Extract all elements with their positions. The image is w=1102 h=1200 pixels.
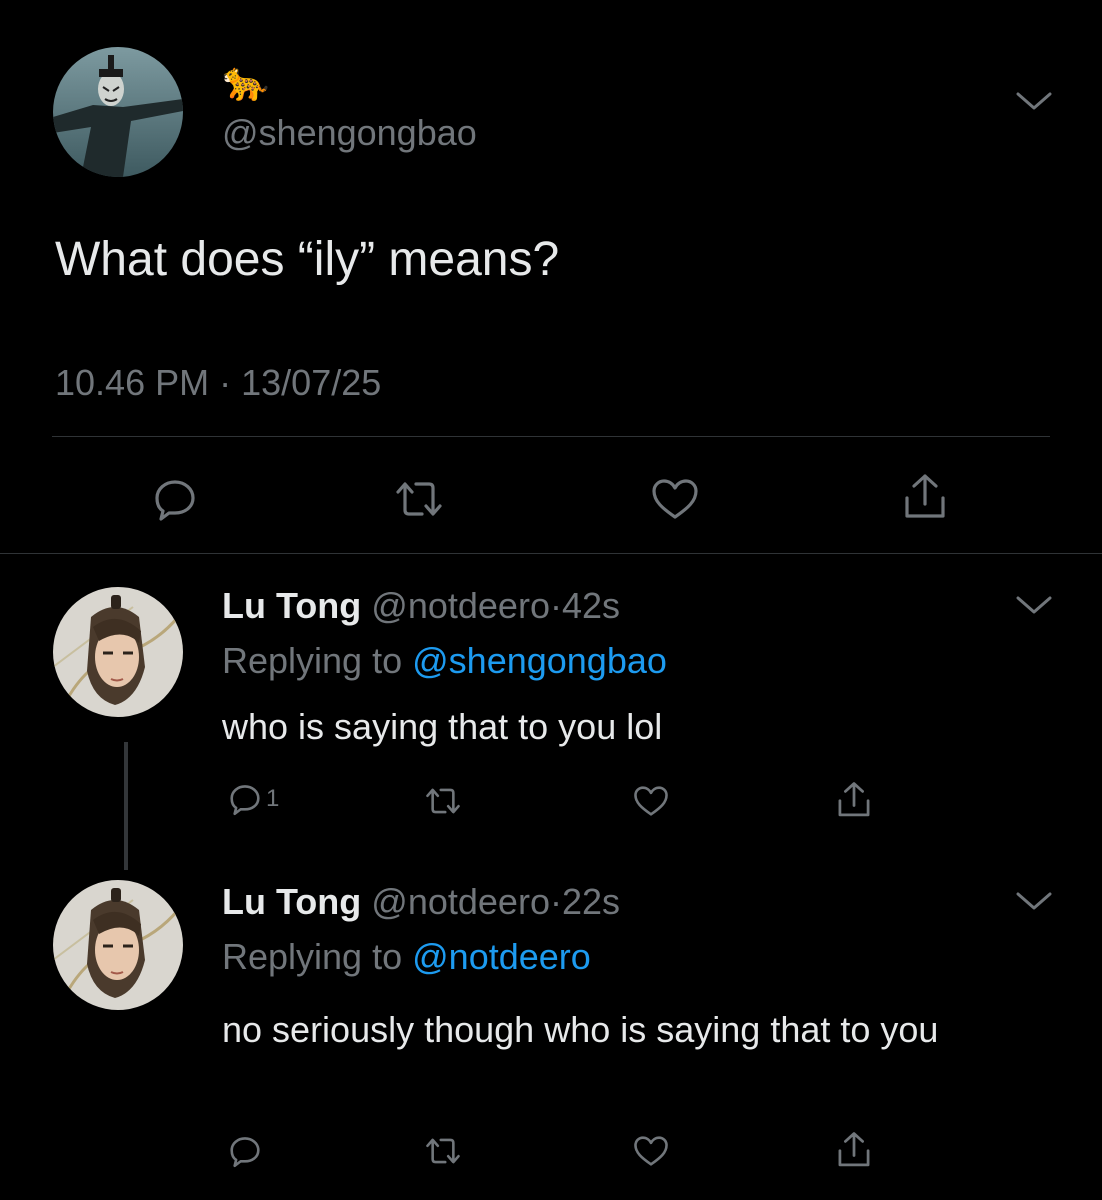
- avatar-lu-tong[interactable]: [53, 587, 183, 717]
- reply-icon: [230, 785, 260, 816]
- avatar-image: [53, 47, 183, 177]
- replying-to-handle[interactable]: @shengongbao: [412, 640, 667, 681]
- reply-icon: [230, 1137, 260, 1168]
- share-button[interactable]: [902, 472, 948, 522]
- share-icon: [838, 782, 870, 817]
- reply-button[interactable]: 1: [228, 782, 279, 816]
- reply-text: who is saying that to you lol: [222, 706, 663, 747]
- reply-time: 42s: [561, 585, 621, 626]
- share-button[interactable]: [836, 1130, 872, 1170]
- reply-header: Lu Tong @notdeero·22s: [222, 881, 620, 923]
- header-separator: ·: [549, 585, 562, 626]
- display-name-emoji: 🐆: [222, 61, 270, 103]
- share-icon: [905, 474, 945, 518]
- divider: [0, 553, 1102, 554]
- replying-to-line: Replying to @notdeero: [222, 936, 591, 978]
- retweet-icon: [426, 1138, 460, 1164]
- reply-button[interactable]: [228, 1134, 262, 1168]
- avatar-lu-tong[interactable]: [53, 880, 183, 1010]
- replying-to-line: Replying to @shengongbao: [222, 640, 667, 682]
- replying-to-handle[interactable]: @notdeero: [412, 936, 591, 977]
- tweet-date: 13/07/25: [241, 362, 382, 403]
- tweet-time: 10.46 PM: [55, 362, 210, 403]
- reply-button[interactable]: [152, 476, 198, 522]
- heart-icon: [634, 1136, 668, 1166]
- retweet-button[interactable]: [394, 476, 444, 522]
- avatar-image: [53, 880, 183, 1010]
- retweet-icon: [426, 788, 460, 814]
- chevron-down-icon[interactable]: [1014, 592, 1054, 618]
- tweet-text: What does “ily” means?: [55, 233, 560, 286]
- reply-count: 1: [266, 785, 280, 812]
- share-icon: [838, 1132, 870, 1167]
- author-name[interactable]: Lu Tong: [222, 881, 361, 922]
- like-button[interactable]: [632, 784, 670, 818]
- heart-icon: [652, 479, 698, 519]
- heart-icon: [634, 786, 668, 816]
- like-button[interactable]: [650, 476, 700, 522]
- author-handle[interactable]: @notdeero: [371, 585, 550, 626]
- chevron-down-icon[interactable]: [1014, 888, 1054, 914]
- reply-icon: [155, 480, 195, 521]
- divider: [52, 436, 1050, 437]
- replying-to-prefix: Replying to: [222, 640, 403, 681]
- header-separator: ·: [549, 881, 562, 922]
- author-handle[interactable]: @notdeero: [371, 881, 550, 922]
- retweet-button[interactable]: [424, 784, 462, 818]
- like-button[interactable]: [632, 1134, 670, 1168]
- author-name[interactable]: Lu Tong: [222, 585, 361, 626]
- avatar-shengongbao[interactable]: [53, 47, 183, 177]
- share-button[interactable]: [836, 780, 872, 820]
- reply-text: no seriously though who is saying that t…: [222, 1009, 939, 1050]
- replying-to-prefix: Replying to: [222, 936, 403, 977]
- retweet-button[interactable]: [424, 1134, 462, 1168]
- chevron-down-icon[interactable]: [1014, 88, 1054, 114]
- reply-time: 22s: [561, 881, 621, 922]
- reply-header: Lu Tong @notdeero·42s: [222, 585, 620, 627]
- thread-connector-line: [124, 742, 128, 870]
- tweet-timestamp: 10.46 PM · 13/07/25: [55, 362, 381, 404]
- author-handle[interactable]: @shengongbao: [222, 112, 477, 154]
- retweet-icon: [396, 482, 442, 516]
- timestamp-separator: ·: [219, 362, 232, 403]
- avatar-image: [53, 587, 183, 717]
